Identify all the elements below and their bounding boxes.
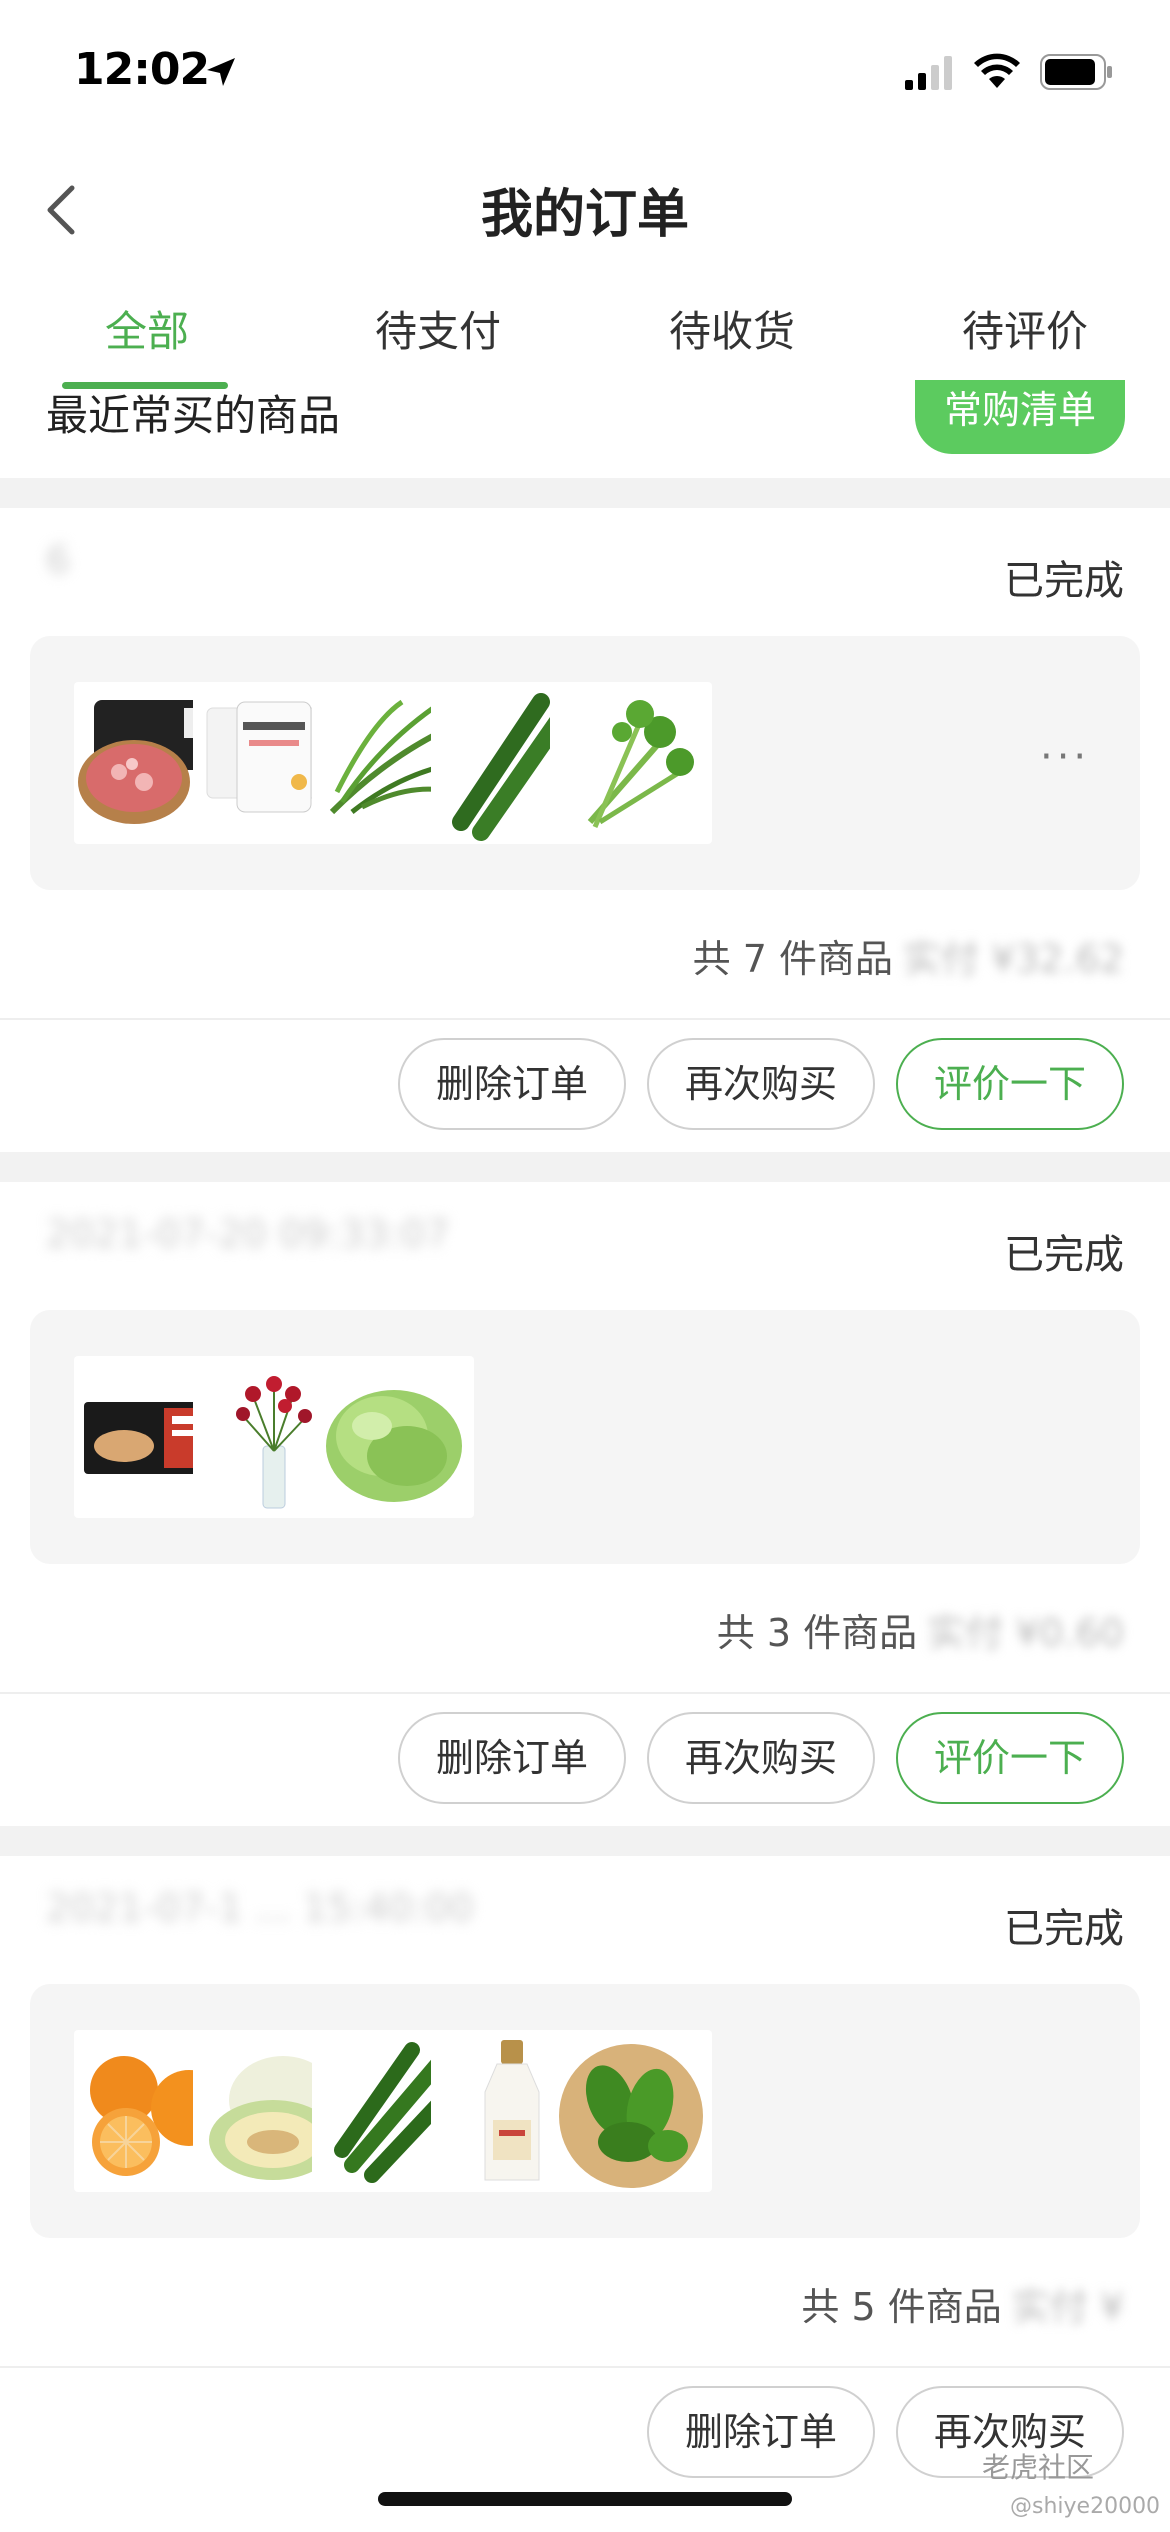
order-card: 2021-07-1 ... 15:40:00 已完成 共 5 件商品 实付 ¥ …: [0, 1856, 1170, 2500]
order-summary: 共 3 件商品 实付 ¥0.60: [717, 1602, 1124, 1657]
delete-order-button[interactable]: 删除订单: [647, 2386, 875, 2478]
delete-order-button[interactable]: 删除订单: [398, 1038, 626, 1130]
watermark: 老虎社区: [982, 2451, 1095, 2484]
home-indicator[interactable]: [378, 2492, 792, 2506]
divider: [0, 1692, 1170, 1694]
status-time: 12:02: [74, 44, 210, 95]
order-price: 实付 ¥0.60: [927, 1611, 1124, 1655]
tab-pending-payment[interactable]: 待支付: [318, 298, 558, 359]
status-bar: 12:02: [0, 0, 1170, 140]
order-time: 2021-07-20 09:33:07: [46, 1212, 450, 1256]
product-thumb-celery: [550, 682, 712, 844]
buy-again-button[interactable]: 再次购买: [647, 1038, 875, 1130]
order-status: 已完成: [1004, 1232, 1124, 1278]
item-count: 共 7 件商品: [692, 937, 893, 981]
location-arrow-icon: [207, 58, 235, 86]
divider: [0, 2366, 1170, 2368]
review-button[interactable]: 评价一下: [896, 1038, 1124, 1130]
order-items[interactable]: ···: [30, 636, 1140, 890]
order-time: 2021-07-1 ... 15:40:00: [46, 1886, 474, 1930]
tab-pending-review[interactable]: 待评价: [905, 298, 1145, 359]
order-summary: 共 7 件商品 实付 ¥32.62: [693, 928, 1124, 983]
more-items-indicator: ···: [1040, 734, 1091, 780]
product-thumb-lettuce: [312, 1356, 474, 1518]
nav-bar: 我的订单: [0, 140, 1170, 270]
order-items[interactable]: [30, 1310, 1140, 1564]
order-status: 已完成: [1004, 558, 1124, 604]
delete-order-button[interactable]: 删除订单: [398, 1712, 626, 1804]
order-card: 2021-07-20 09:33:07 已完成 共 3 件商品 实付 ¥0.60…: [0, 1182, 1170, 1826]
order-time: 6: [46, 538, 71, 582]
divider: [0, 1018, 1170, 1020]
battery-icon: [1040, 54, 1112, 90]
order-summary: 共 5 件商品 实付 ¥: [801, 2276, 1124, 2331]
section-gap: [0, 1826, 1170, 1856]
page-title: 我的订单: [480, 185, 689, 245]
tab-pending-delivery[interactable]: 待收货: [612, 298, 852, 359]
item-count: 共 5 件商品: [801, 2285, 1002, 2329]
order-items[interactable]: [30, 1984, 1140, 2238]
order-card: 6 已完成 ··· 共 7 件商品 实付 ¥32.62 删除订单 再次购买 评价…: [0, 508, 1170, 1152]
order-price: 实付 ¥32.62: [902, 937, 1124, 981]
cellular-signal-icon: [905, 56, 952, 90]
order-status: 已完成: [1004, 1906, 1124, 1952]
buy-again-button[interactable]: 再次购买: [647, 1712, 875, 1804]
recent-items-title: 最近常买的商品: [46, 391, 341, 440]
section-gap: [0, 478, 1170, 508]
product-thumb-green-peppers: [550, 2030, 712, 2192]
review-button[interactable]: 评价一下: [896, 1712, 1124, 1804]
order-tabs: 全部 待支付 待收货 待评价: [0, 290, 1170, 390]
section-gap: [0, 1152, 1170, 1182]
item-count: 共 3 件商品: [716, 1611, 918, 1655]
order-price: 实付 ¥: [1011, 2285, 1124, 2329]
watermark-user: @shiye20000: [1010, 2494, 1161, 2519]
tab-all[interactable]: 全部: [27, 298, 267, 359]
frequent-list-button[interactable]: 常购清单: [915, 380, 1125, 454]
wifi-icon: [974, 53, 1020, 88]
